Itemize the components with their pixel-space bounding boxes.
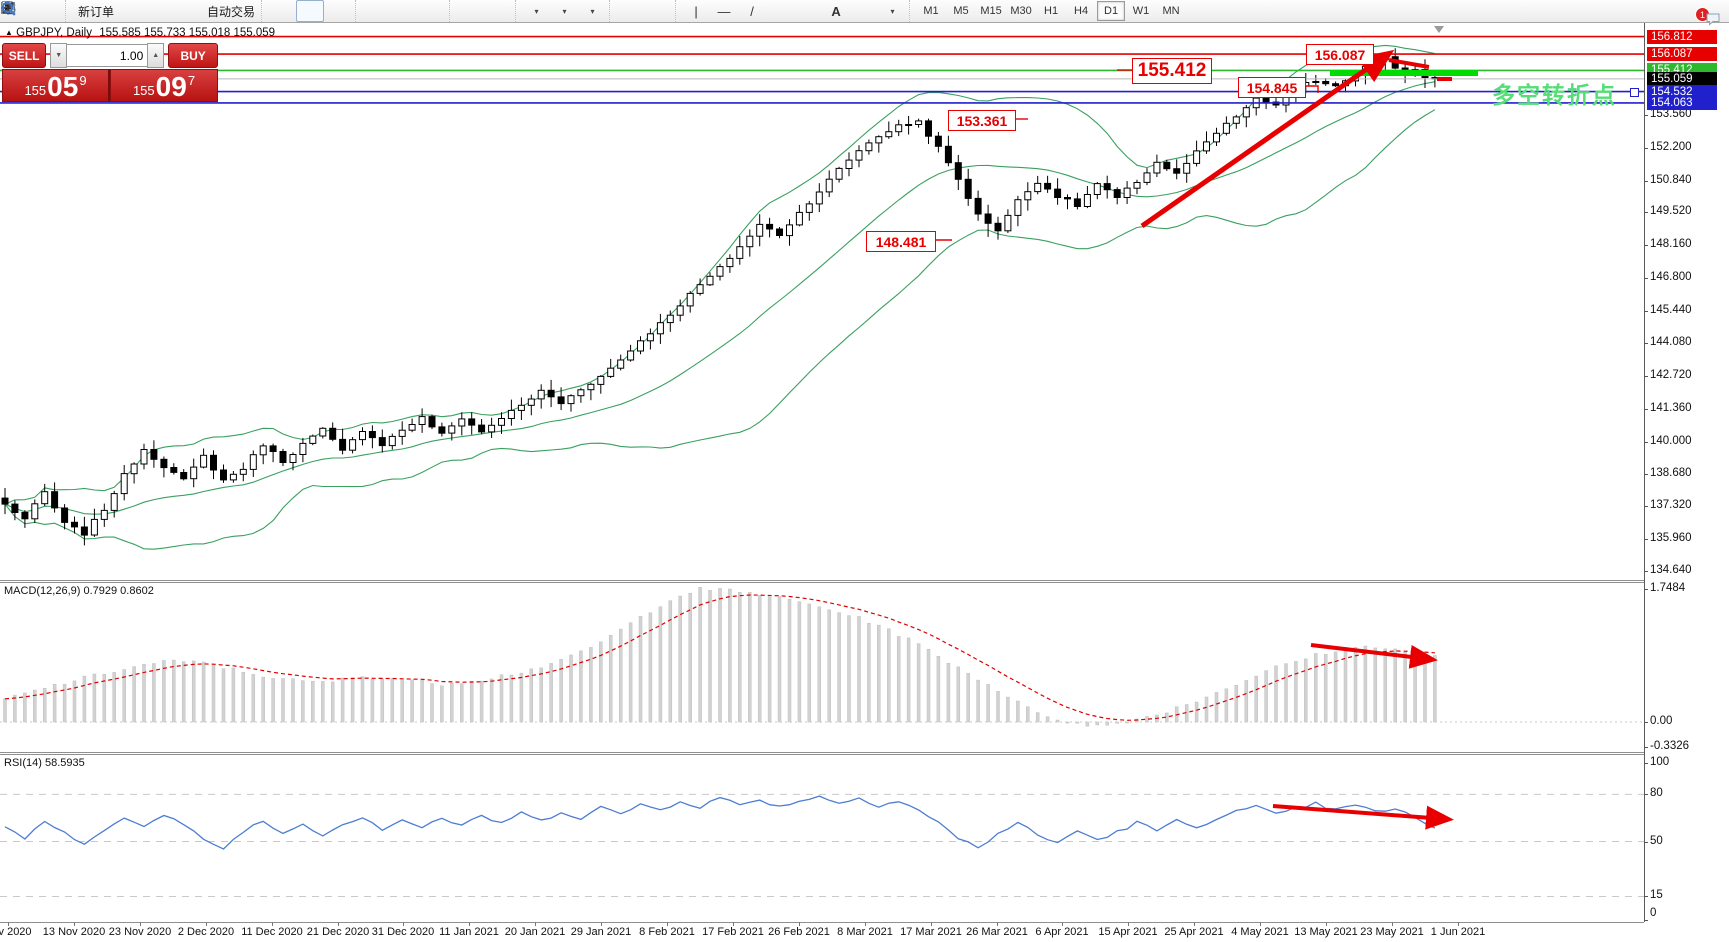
symbol-name: GBPJPY, Daily [16, 27, 92, 39]
chart-canvas[interactable] [0, 0, 1729, 942]
rsi-axis-label: 80 [1650, 787, 1663, 799]
symbol-marker-icon: ▲ [5, 28, 13, 37]
price-axis-label: 150.840 [1650, 174, 1692, 186]
price-axis-label: 146.800 [1650, 271, 1692, 283]
price-axis-label: 144.080 [1650, 336, 1692, 348]
rsi-axis-label: 15 [1650, 889, 1663, 901]
bid-prefix: 155 [24, 83, 46, 98]
line-handle[interactable] [1630, 88, 1639, 97]
bid-price[interactable]: 155 05 9 [2, 69, 110, 102]
symbol-ohlc: 155.585 155.733 155.018 155.059 [99, 27, 275, 39]
rsi-axis-label: 50 [1650, 835, 1663, 847]
volume-up-button[interactable]: ▲ [147, 43, 164, 68]
price-axis-label: 141.360 [1650, 402, 1692, 414]
price-tag: 156.087 [1647, 47, 1717, 61]
price-tag: 154.063 [1647, 96, 1717, 110]
cn-annotation-text[interactable]: 多空转折点 [1492, 76, 1617, 110]
price-tag: 156.812 [1647, 30, 1717, 44]
price-annotation[interactable]: 154.845 [1238, 77, 1306, 98]
buy-button[interactable]: BUY [168, 43, 218, 68]
macd-axis-label: 1.7484 [1650, 582, 1685, 594]
price-axis-label: 148.160 [1650, 238, 1692, 250]
ask-big: 09 [156, 74, 187, 100]
price-axis-label: 145.440 [1650, 304, 1692, 316]
ask-prefix: 155 [133, 83, 155, 98]
ask-price[interactable]: 155 09 7 [110, 69, 218, 102]
price-axis-label: 137.320 [1650, 499, 1692, 511]
volume-down-button[interactable]: ▼ [50, 43, 67, 68]
price-axis-label: 134.640 [1650, 564, 1692, 576]
macd-axis-label: 0.00 [1650, 715, 1672, 727]
price-axis-label: 142.720 [1650, 369, 1692, 381]
ask-sup: 7 [188, 73, 195, 88]
price-axis-label: 149.520 [1650, 205, 1692, 217]
chart-shift-marker-icon[interactable] [1434, 26, 1444, 33]
price-annotation[interactable]: 155.412 [1132, 58, 1212, 84]
mt4-window: 新订单 自动交易 ▾ ▾ ▾ [0, 0, 1729, 942]
bid-sup: 9 [79, 73, 86, 88]
price-axis-label: 140.000 [1650, 435, 1692, 447]
bid-big: 05 [47, 74, 78, 100]
volume-input[interactable] [67, 44, 147, 67]
price-annotation[interactable]: 153.361 [948, 110, 1016, 131]
volume-stepper: ▼ ▲ [50, 44, 164, 67]
sell-button[interactable]: SELL [2, 43, 46, 68]
macd-axis-label: -0.3326 [1650, 740, 1689, 752]
price-axis-label: 135.960 [1650, 532, 1692, 544]
price-annotation[interactable]: 156.087 [1306, 44, 1374, 65]
symbol-header: ▲ GBPJPY, Daily 155.585 155.733 155.018 … [5, 27, 275, 39]
price-axis-label: 138.680 [1650, 467, 1692, 479]
one-click-trade-panel: SELL ▼ ▲ BUY 155 05 9 155 09 7 [2, 43, 218, 102]
price-tag: 155.059 [1647, 72, 1717, 86]
rsi-axis-label: 100 [1650, 756, 1669, 768]
price-axis-label: 152.200 [1650, 141, 1692, 153]
price-annotation[interactable]: 148.481 [866, 231, 936, 252]
rsi-axis-label: 0 [1650, 907, 1656, 919]
rsi-header: RSI(14) 58.5935 [4, 757, 85, 769]
macd-header: MACD(12,26,9) 0.7929 0.8602 [4, 585, 154, 597]
